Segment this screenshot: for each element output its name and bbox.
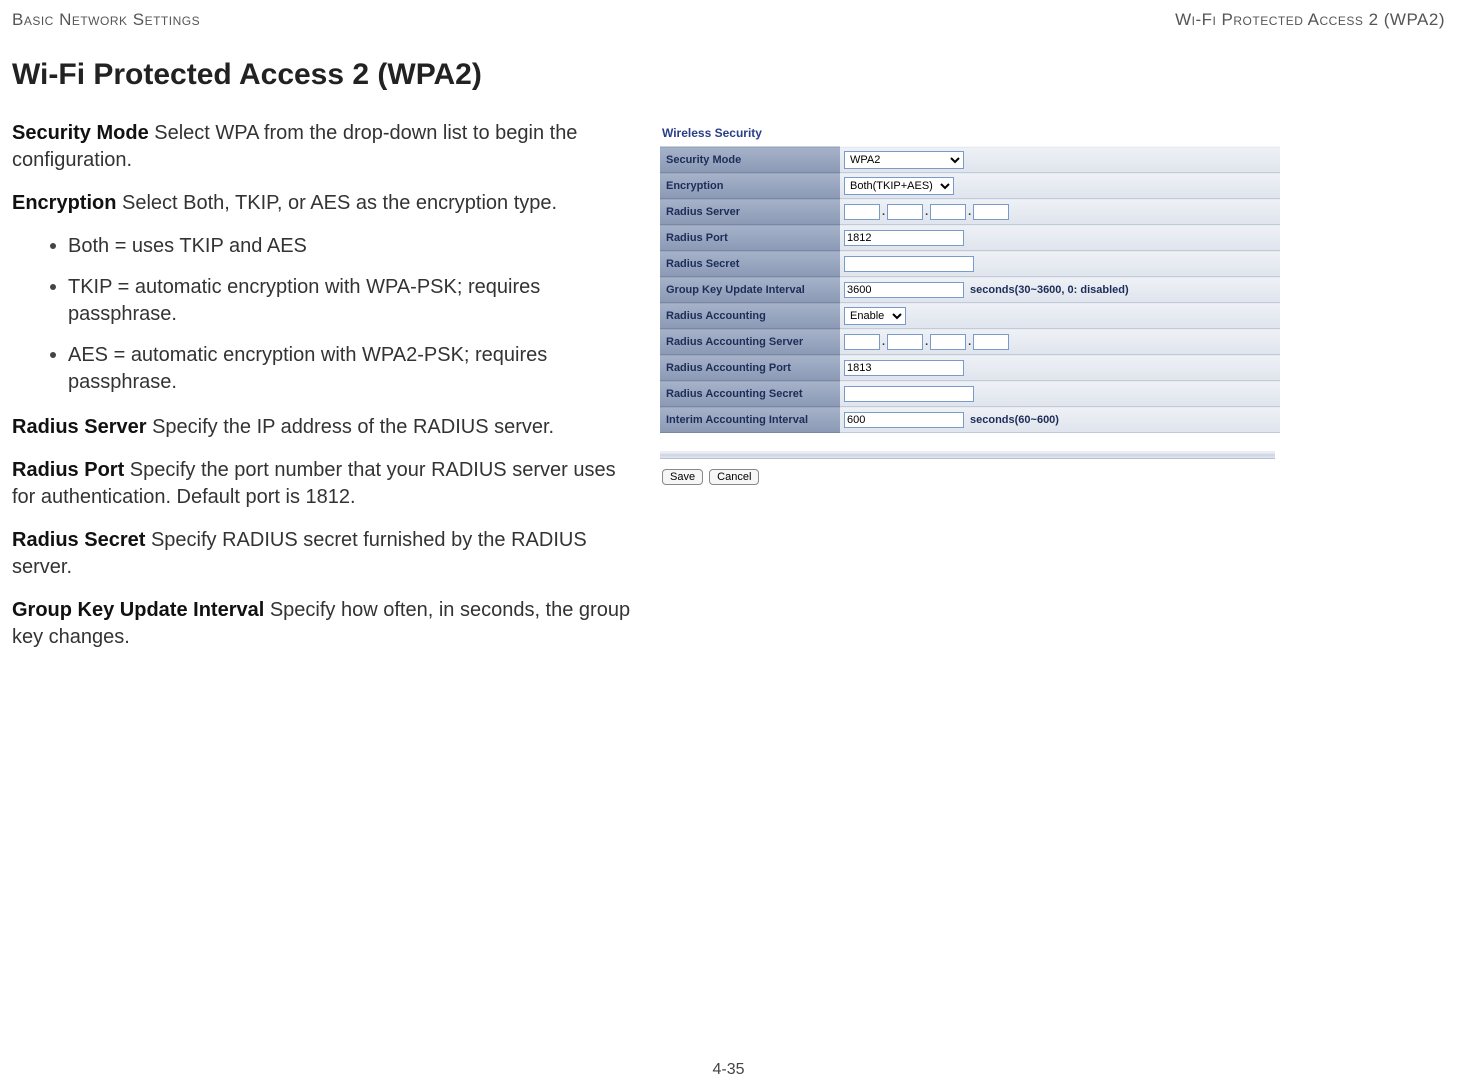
field-label: Radius Accounting Server [660, 329, 840, 355]
row-interim-interval: Interim Accounting Interval seconds(60~6… [660, 407, 1280, 433]
wireless-security-panel: Wireless Security Security Mode WPA2 Enc… [660, 122, 1280, 485]
dot-separator: . [966, 336, 973, 348]
term-text: Select Both, TKIP, or AES as the encrypt… [116, 192, 557, 214]
term: Radius Port [12, 459, 124, 481]
term-text: Specify the IP address of the RADIUS ser… [147, 416, 555, 438]
header-right: Wi-Fi Protected Access 2 (WPA2) [1175, 10, 1445, 30]
row-radius-port: Radius Port [660, 225, 1280, 251]
def-security-mode: Security Mode Select WPA from the drop-d… [12, 120, 640, 174]
row-encryption: Encryption Both(TKIP+AES) [660, 173, 1280, 199]
group-key-hint: seconds(30~3600, 0: disabled) [964, 284, 1129, 296]
field-label: Radius Port [660, 225, 840, 251]
bullet-icon [50, 243, 56, 249]
term: Radius Server [12, 416, 147, 438]
radius-server-octet-1[interactable] [844, 204, 880, 220]
interim-hint: seconds(60~600) [964, 414, 1059, 426]
bullet-icon [50, 352, 56, 358]
settings-table: Security Mode WPA2 Encryption Both(TKIP+… [660, 146, 1280, 433]
encryption-select[interactable]: Both(TKIP+AES) [844, 177, 954, 195]
term: Radius Secret [12, 529, 145, 551]
radius-acct-server-octet-4[interactable] [973, 334, 1009, 350]
bullet-text: Both = uses TKIP and AES [68, 233, 307, 260]
row-radius-accounting-secret: Radius Accounting Secret [660, 381, 1280, 407]
def-radius-port: Radius Port Specify the port number that… [12, 457, 640, 511]
encryption-bullets: Both = uses TKIP and AES TKIP = automati… [12, 233, 640, 396]
radius-server-octet-2[interactable] [887, 204, 923, 220]
dot-separator: . [923, 206, 930, 218]
field-label: Group Key Update Interval [660, 277, 840, 303]
list-item: Both = uses TKIP and AES [50, 233, 640, 260]
panel-title: Wireless Security [660, 122, 1280, 146]
radius-accounting-select[interactable]: Enable [844, 307, 906, 325]
save-button[interactable]: Save [662, 469, 703, 485]
page-title: Wi-Fi Protected Access 2 (WPA2) [12, 58, 1445, 92]
field-label: Radius Secret [660, 251, 840, 277]
term: Group Key Update Interval [12, 599, 264, 621]
divider [660, 451, 1275, 459]
bullet-text: AES = automatic encryption with WPA2-PSK… [68, 342, 640, 396]
button-row: Save Cancel [660, 469, 1280, 485]
page-number: 4-35 [0, 1061, 1457, 1079]
dot-separator: . [880, 336, 887, 348]
row-radius-accounting-server: Radius Accounting Server ... [660, 329, 1280, 355]
row-security-mode: Security Mode WPA2 [660, 147, 1280, 173]
dot-separator: . [923, 336, 930, 348]
cancel-button[interactable]: Cancel [709, 469, 759, 485]
row-radius-accounting: Radius Accounting Enable [660, 303, 1280, 329]
interim-interval-input[interactable] [844, 412, 964, 428]
security-mode-select[interactable]: WPA2 [844, 151, 964, 169]
screenshot-column: Wireless Security Security Mode WPA2 Enc… [660, 120, 1445, 667]
def-radius-secret: Radius Secret Specify RADIUS secret furn… [12, 527, 640, 581]
description-column: Security Mode Select WPA from the drop-d… [12, 120, 640, 667]
field-label: Radius Accounting Port [660, 355, 840, 381]
header-left: Basic Network Settings [12, 10, 200, 30]
def-encryption: Encryption Select Both, TKIP, or AES as … [12, 190, 640, 217]
radius-acct-server-octet-1[interactable] [844, 334, 880, 350]
radius-acct-secret-input[interactable] [844, 386, 974, 402]
page-header: Basic Network Settings Wi-Fi Protected A… [12, 10, 1445, 30]
row-radius-server: Radius Server ... [660, 199, 1280, 225]
row-radius-secret: Radius Secret [660, 251, 1280, 277]
dot-separator: . [880, 206, 887, 218]
radius-server-octet-4[interactable] [973, 204, 1009, 220]
row-radius-accounting-port: Radius Accounting Port [660, 355, 1280, 381]
field-label: Radius Server [660, 199, 840, 225]
radius-acct-server-octet-3[interactable] [930, 334, 966, 350]
def-radius-server: Radius Server Specify the IP address of … [12, 414, 640, 441]
field-label: Security Mode [660, 147, 840, 173]
bullet-icon [50, 284, 56, 290]
list-item: AES = automatic encryption with WPA2-PSK… [50, 342, 640, 396]
radius-acct-port-input[interactable] [844, 360, 964, 376]
bullet-text: TKIP = automatic encryption with WPA-PSK… [68, 274, 640, 328]
radius-secret-input[interactable] [844, 256, 974, 272]
row-group-key: Group Key Update Interval seconds(30~360… [660, 277, 1280, 303]
radius-server-octet-3[interactable] [930, 204, 966, 220]
term: Security Mode [12, 122, 149, 144]
radius-port-input[interactable] [844, 230, 964, 246]
def-group-key: Group Key Update Interval Specify how of… [12, 597, 640, 651]
field-label: Encryption [660, 173, 840, 199]
field-label: Interim Accounting Interval [660, 407, 840, 433]
term: Encryption [12, 192, 116, 214]
dot-separator: . [966, 206, 973, 218]
field-label: Radius Accounting Secret [660, 381, 840, 407]
list-item: TKIP = automatic encryption with WPA-PSK… [50, 274, 640, 328]
group-key-input[interactable] [844, 282, 964, 298]
field-label: Radius Accounting [660, 303, 840, 329]
radius-acct-server-octet-2[interactable] [887, 334, 923, 350]
